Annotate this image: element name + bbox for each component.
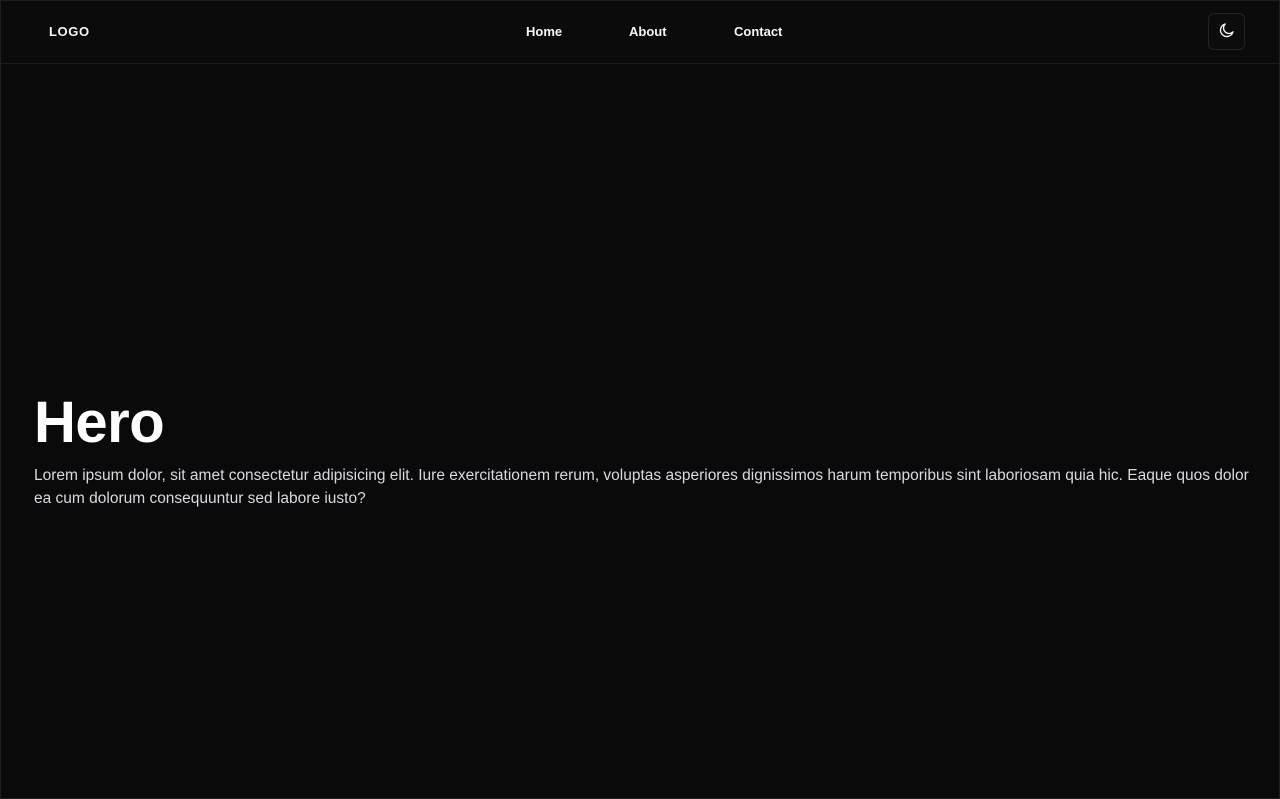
moon-icon [1218, 21, 1236, 42]
nav-link-contact[interactable]: Contact [734, 24, 782, 39]
hero-title: Hero [34, 390, 165, 455]
nav-links: Home About Contact [1, 24, 1279, 44]
hero-section: Hero Lorem ipsum dolor, sit amet consect… [34, 391, 1249, 510]
page-frame: LOGO Home About Contact Hero Lorem ipsum… [0, 0, 1280, 799]
nav-link-home[interactable]: Home [526, 24, 562, 39]
hero-description: Lorem ipsum dolor, sit amet consectetur … [34, 467, 1249, 507]
theme-toggle-button[interactable] [1208, 13, 1245, 50]
navbar: LOGO Home About Contact [1, 1, 1279, 64]
nav-link-about[interactable]: About [629, 24, 667, 39]
